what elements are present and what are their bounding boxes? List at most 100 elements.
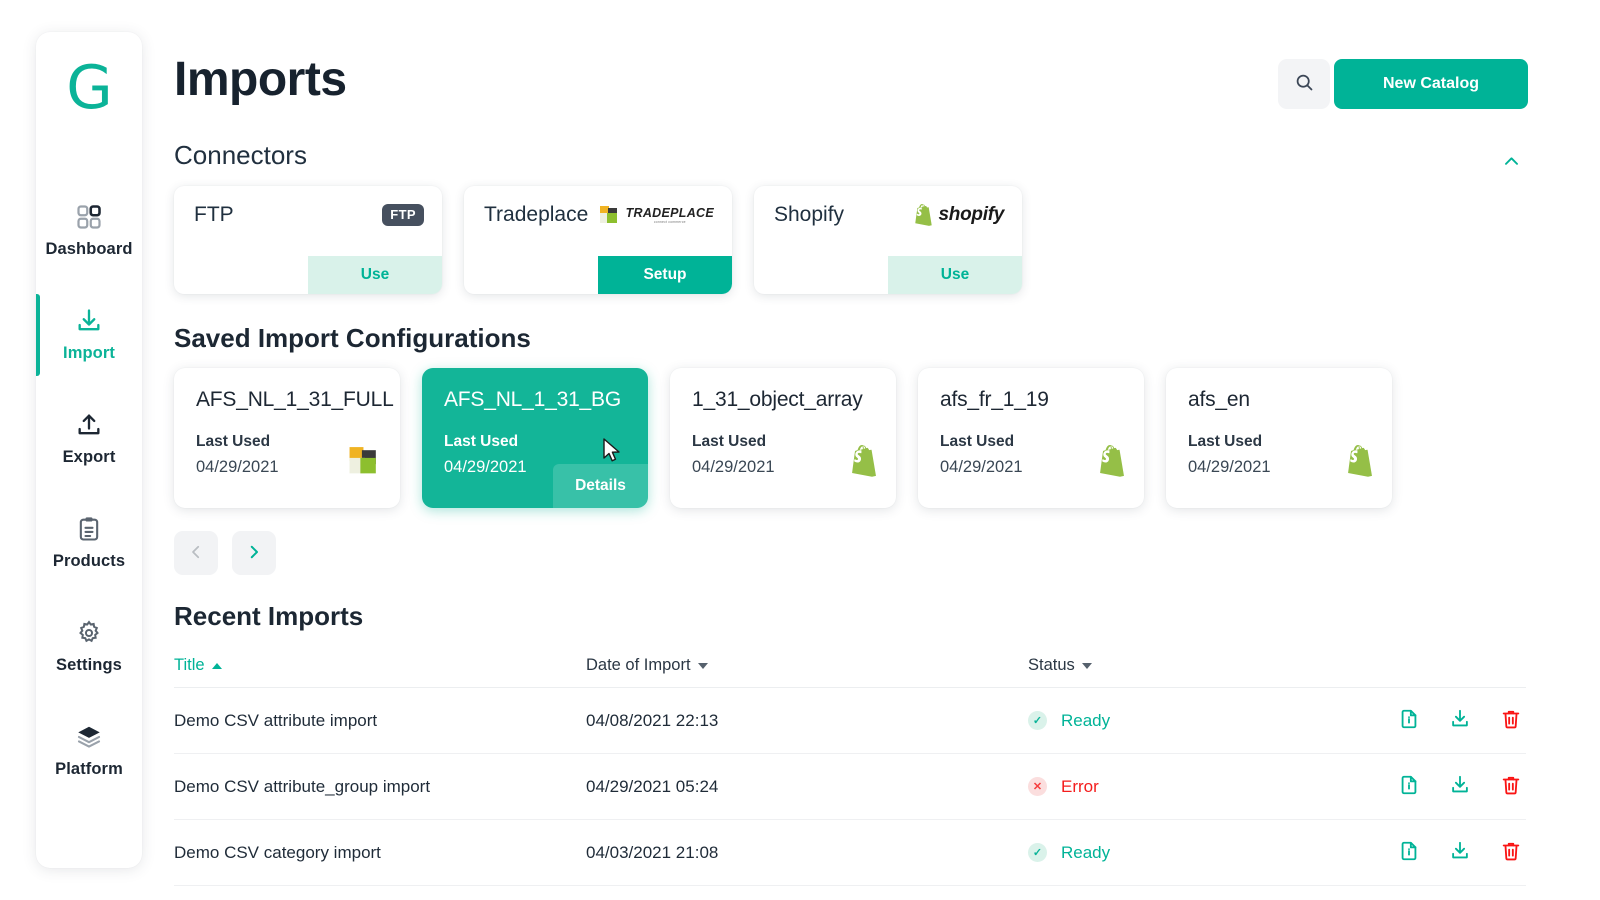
sort-desc-icon xyxy=(697,662,708,669)
sidebar-item-import[interactable]: Import xyxy=(36,294,142,376)
connectors-list: FTP FTP Use Tradeplace TRADEPLACE connec… xyxy=(174,186,1022,294)
tradeplace-logo-icon: TRADEPLACE connect commerce xyxy=(599,205,714,225)
cell-title: Demo CSV attribute import xyxy=(174,710,378,730)
delete-button[interactable] xyxy=(1500,840,1522,865)
clipboard-icon xyxy=(75,515,103,543)
column-label: Status xyxy=(1028,656,1075,674)
recent-imports-heading: Recent Imports xyxy=(174,601,364,631)
sidebar-item-export[interactable]: Export xyxy=(36,398,142,480)
config-card-afs-en[interactable]: afs_en Last Used 04/29/2021 xyxy=(1166,368,1392,508)
connector-name: FTP xyxy=(194,203,234,226)
trash-icon xyxy=(1500,840,1522,865)
page-title: Imports xyxy=(174,53,347,106)
config-card-1-31-object-array[interactable]: 1_31_object_array Last Used 04/29/2021 xyxy=(670,368,896,508)
table-header-row: Title Date of Import Status xyxy=(174,644,1526,688)
collapse-connectors-button[interactable] xyxy=(1496,148,1526,178)
status-badge: Ready xyxy=(1061,842,1111,862)
file-info-button[interactable] xyxy=(1398,708,1420,733)
shopify-bag-icon xyxy=(1346,445,1374,482)
file-info-icon xyxy=(1398,774,1420,799)
trash-icon xyxy=(1500,708,1522,733)
sidebar-item-products[interactable]: Products xyxy=(36,502,142,584)
chevron-left-icon xyxy=(187,543,205,564)
connector-card-tradeplace[interactable]: Tradeplace TRADEPLACE connect commerce S… xyxy=(464,186,732,294)
sidebar-item-label: Dashboard xyxy=(45,240,133,258)
connector-use-button[interactable]: Use xyxy=(888,256,1022,294)
column-header-status[interactable]: Status xyxy=(1028,656,1328,675)
column-header-date[interactable]: Date of Import xyxy=(586,656,1028,675)
trash-icon xyxy=(1500,774,1522,799)
tradeplace-tagline: connect commerce xyxy=(653,220,686,224)
connector-card-shopify[interactable]: Shopify shopify Use xyxy=(754,186,1022,294)
chevron-right-icon xyxy=(245,543,263,564)
cell-title: Demo CSV attribute_group import xyxy=(174,776,431,796)
cell-status: ✓ Ready xyxy=(1028,843,1328,863)
new-catalog-button[interactable]: New Catalog xyxy=(1334,59,1528,109)
file-info-button[interactable] xyxy=(1398,774,1420,799)
config-card-afs-nl-1-31-full[interactable]: AFS_NL_1_31_FULL Last Used 04/29/2021 xyxy=(174,368,400,508)
connector-use-button[interactable]: Use xyxy=(308,256,442,294)
shopify-wordmark: shopify xyxy=(938,204,1005,225)
shopify-bag-icon xyxy=(1098,445,1126,482)
chevron-up-icon xyxy=(1502,152,1521,174)
delete-button[interactable] xyxy=(1500,708,1522,733)
connector-header: Tradeplace TRADEPLACE connect commerce xyxy=(464,186,732,227)
table-row[interactable]: Demo CSV attribute_group import 04/29/20… xyxy=(174,754,1526,820)
cell-date: 04/29/2021 05:24 xyxy=(586,776,719,796)
config-name: AFS_NL_1_31_FULL xyxy=(196,388,394,411)
connectors-heading: Connectors xyxy=(174,140,307,170)
saved-configs-heading: Saved Import Configurations xyxy=(174,323,531,353)
delete-button[interactable] xyxy=(1500,774,1522,799)
sidebar-item-platform[interactable]: Platform xyxy=(36,710,142,792)
status-ready-icon: ✓ xyxy=(1028,711,1047,730)
imports-page: G Dashboard Import Export Products Setti… xyxy=(0,0,1600,900)
brand-logo[interactable]: G xyxy=(66,58,112,118)
configs-pagination xyxy=(174,531,276,575)
saved-configs-list: AFS_NL_1_31_FULL Last Used 04/29/2021 AF… xyxy=(174,368,1392,508)
download-button[interactable] xyxy=(1449,840,1471,865)
file-info-icon xyxy=(1398,840,1420,865)
sidebar-nav: Dashboard Import Export Products Setting… xyxy=(36,190,142,814)
recent-imports-table: Title Date of Import Status Demo CSV att… xyxy=(174,644,1526,886)
sidebar-item-dashboard[interactable]: Dashboard xyxy=(36,190,142,272)
connector-name: Tradeplace xyxy=(484,203,589,226)
cell-status: ✓ Ready xyxy=(1028,711,1328,731)
config-name: afs_en xyxy=(1188,388,1250,411)
config-name: 1_31_object_array xyxy=(692,388,863,411)
dashboard-grid-icon xyxy=(75,203,103,231)
row-actions xyxy=(1328,774,1526,799)
tradeplace-logo-icon xyxy=(348,445,382,482)
config-card-afs-fr-1-19[interactable]: afs_fr_1_19 Last Used 04/29/2021 xyxy=(918,368,1144,508)
sidebar-item-label: Settings xyxy=(56,656,122,674)
pager-next-button[interactable] xyxy=(232,531,276,575)
config-card-afs-nl-1-31-bg[interactable]: AFS_NL_1_31_BG Last Used 04/29/2021 Deta… xyxy=(422,368,648,508)
sidebar-item-settings[interactable]: Settings xyxy=(36,606,142,688)
table-row[interactable]: Demo CSV attribute import 04/08/2021 22:… xyxy=(174,688,1526,754)
connector-card-ftp[interactable]: FTP FTP Use xyxy=(174,186,442,294)
sidebar-item-label: Platform xyxy=(55,760,123,778)
download-icon xyxy=(1449,774,1471,799)
row-actions xyxy=(1328,840,1526,865)
sidebar: G Dashboard Import Export Products Setti… xyxy=(36,32,142,868)
status-error-icon: ✕ xyxy=(1028,777,1047,796)
download-icon xyxy=(1449,708,1471,733)
connector-setup-button[interactable]: Setup xyxy=(598,256,732,294)
download-button[interactable] xyxy=(1449,774,1471,799)
connector-name: Shopify xyxy=(774,203,845,226)
column-header-title[interactable]: Title xyxy=(174,656,586,675)
pager-prev-button[interactable] xyxy=(174,531,218,575)
cell-date: 04/08/2021 22:13 xyxy=(586,710,719,730)
file-info-icon xyxy=(1398,708,1420,733)
download-button[interactable] xyxy=(1449,708,1471,733)
search-button[interactable] xyxy=(1278,59,1330,109)
table-row[interactable]: Demo CSV category import 04/03/2021 21:0… xyxy=(174,820,1526,886)
status-badge: Error xyxy=(1061,776,1099,796)
ftp-badge-icon: FTP xyxy=(382,204,424,226)
sidebar-item-label: Import xyxy=(63,344,115,362)
file-info-button[interactable] xyxy=(1398,840,1420,865)
sidebar-item-label: Export xyxy=(62,448,116,466)
upload-tray-icon xyxy=(75,411,103,439)
config-details-button[interactable]: Details xyxy=(553,464,648,508)
shopify-logo-icon: shopify xyxy=(914,204,1004,226)
download-tray-icon xyxy=(75,307,103,335)
